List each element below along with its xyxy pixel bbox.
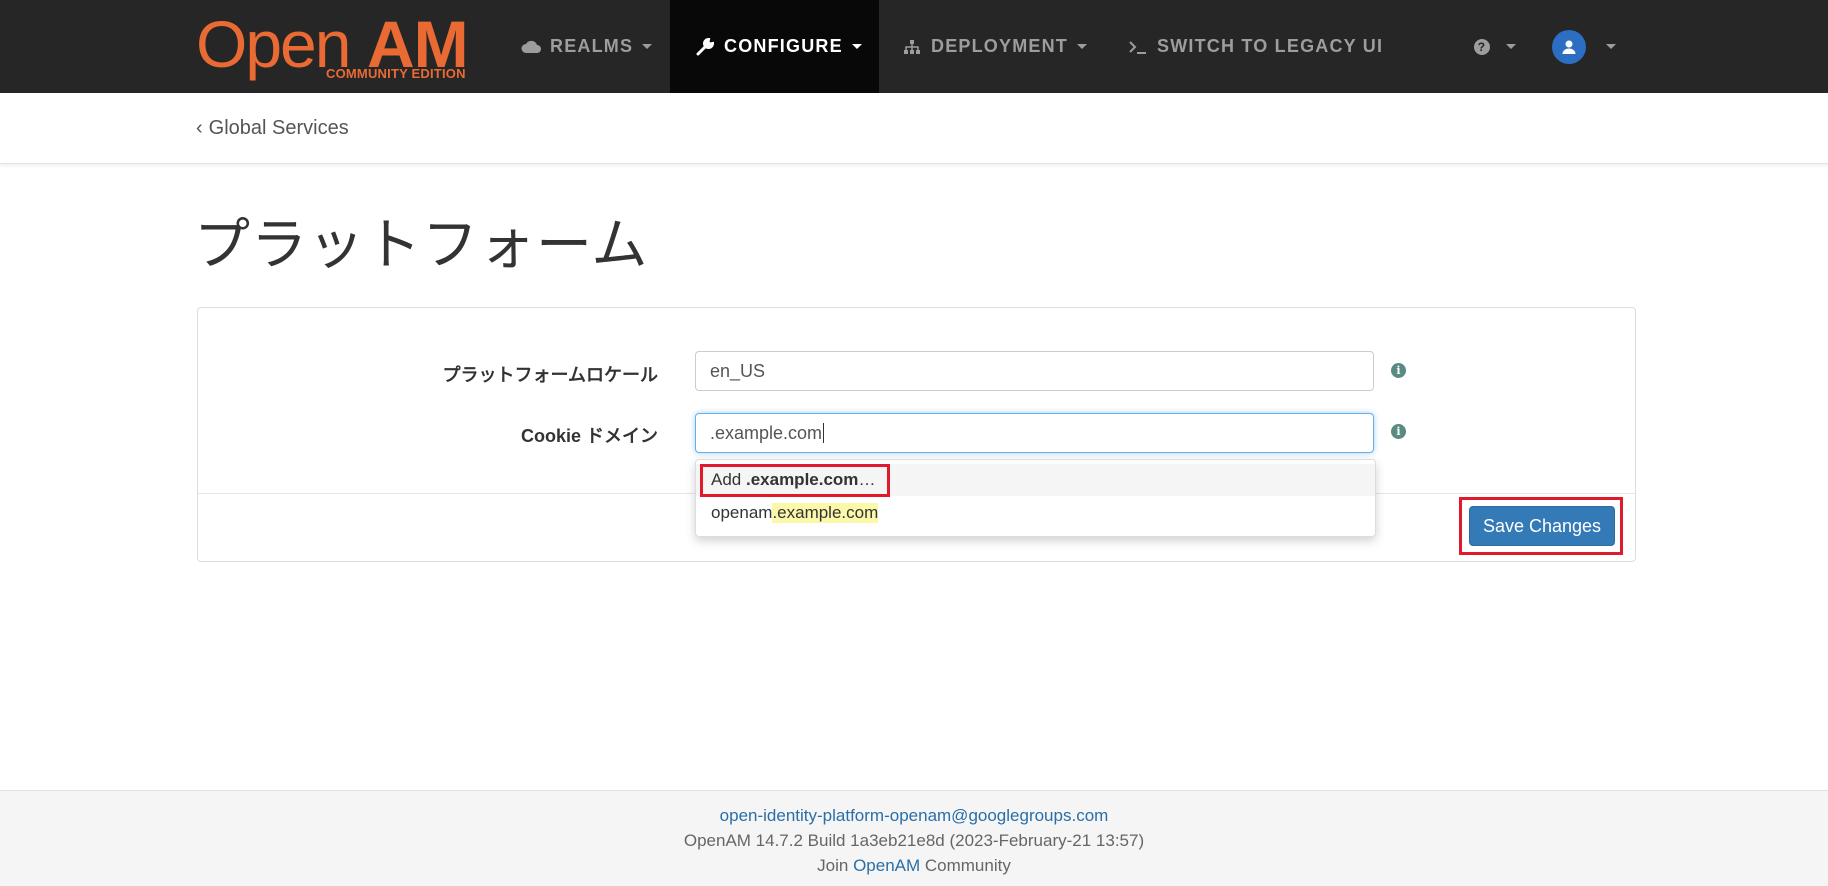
cloud-icon <box>520 39 542 55</box>
footer-build-info: OpenAM 14.7.2 Build 1a3eb21e8d (2023-Feb… <box>683 831 1145 850</box>
logo-edition-text: COMMUNITY EDITION <box>326 66 466 81</box>
platform-locale-value: en_US <box>710 360 766 381</box>
nav-realms[interactable]: REALMS <box>520 0 653 93</box>
nav-configure[interactable]: CONFIGURE <box>670 0 879 93</box>
chevron-down-icon <box>1077 44 1088 49</box>
page-title: プラットフォーム <box>194 213 649 278</box>
chevron-down-icon <box>642 44 653 49</box>
question-circle-icon: ? <box>1474 38 1490 55</box>
wrench-icon <box>694 37 716 56</box>
top-navbar: Open AM COMMUNITY EDITION REALMS CONFIGU… <box>0 0 1828 93</box>
text-cursor <box>823 423 825 443</box>
page-footer: open-identity-platform-openam@googlegrou… <box>0 790 1828 886</box>
nav-realms-label: REALMS <box>550 36 634 56</box>
cookie-domain-value: .example.com <box>710 422 823 443</box>
chevron-down-icon <box>1606 44 1616 49</box>
cookie-domain-input[interactable]: .example.com <box>695 413 1374 453</box>
user-menu[interactable] <box>1552 0 1616 93</box>
sitemap-icon <box>901 39 923 55</box>
footer-email-link[interactable]: open-identity-platform-openam@googlegrou… <box>720 806 1109 825</box>
platform-locale-input[interactable]: en_US <box>695 351 1374 391</box>
footer-join-prefix: Join <box>817 856 854 875</box>
chevron-left-icon: ‹ <box>196 117 203 139</box>
footer-openam-link[interactable]: OpenAM <box>853 856 920 875</box>
suggestion-match: .example.com <box>772 503 879 523</box>
nav-switch-legacy-label: SWITCH TO LEGACY UI <box>1157 36 1384 56</box>
terminal-icon <box>1127 39 1149 55</box>
highlight-box-save-button <box>1459 497 1623 555</box>
nav-deployment-label: DEPLOYMENT <box>931 36 1069 56</box>
footer-join-suffix: Community <box>920 856 1011 875</box>
info-icon[interactable]: i <box>1391 424 1406 439</box>
breadcrumb-bar: ‹ Global Services <box>0 93 1828 164</box>
suggestion-prefix: openam <box>711 503 773 522</box>
platform-locale-label: プラットフォームロケール <box>442 365 658 385</box>
cookie-domain-label: Cookie ドメイン <box>520 426 658 446</box>
help-menu[interactable]: ? <box>1474 0 1516 93</box>
openam-logo[interactable]: Open AM COMMUNITY EDITION <box>196 4 486 88</box>
suggestion-option[interactable]: openam .example.com <box>696 497 1375 529</box>
nav-configure-label: CONFIGURE <box>724 36 843 56</box>
user-avatar-icon <box>1552 29 1586 64</box>
nav-switch-legacy[interactable]: SWITCH TO LEGACY UI <box>1127 0 1383 93</box>
chevron-down-icon <box>851 44 862 49</box>
highlight-box-add-option <box>700 464 890 497</box>
back-to-global-services-link[interactable]: ‹ Global Services <box>196 117 349 140</box>
breadcrumb-label: Global Services <box>208 117 349 139</box>
chevron-down-icon <box>1506 44 1516 49</box>
nav-deployment[interactable]: DEPLOYMENT <box>901 0 1088 93</box>
info-icon[interactable]: i <box>1391 363 1406 378</box>
